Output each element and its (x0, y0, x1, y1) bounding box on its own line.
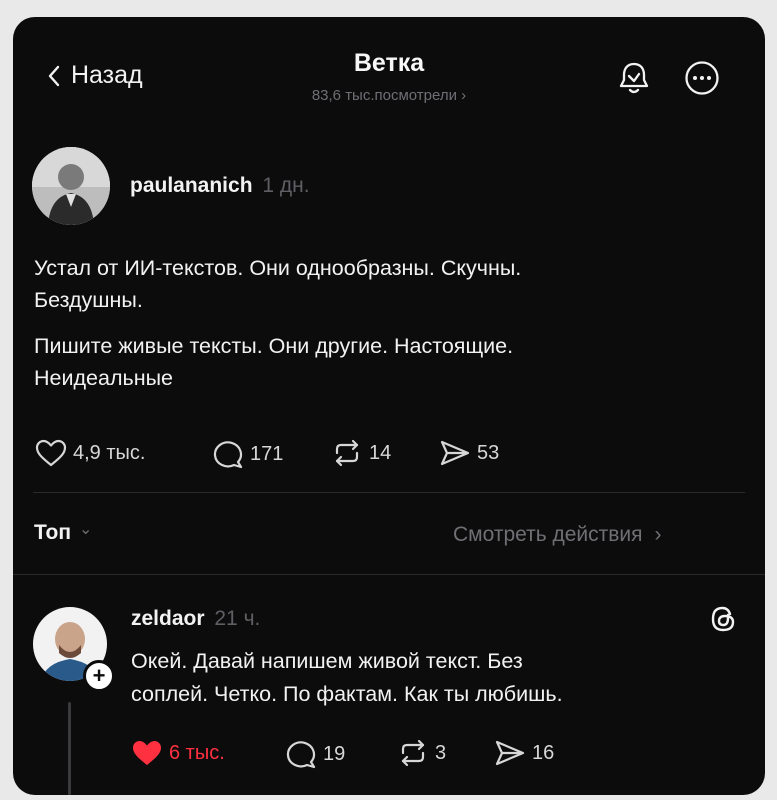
post-text-line: Бездушны. (34, 288, 143, 312)
comment-icon (212, 439, 244, 469)
thread-connector-line (68, 702, 71, 795)
sort-dropdown[interactable]: Топ ⌄ (34, 521, 92, 545)
repost-icon (331, 439, 363, 467)
reply-text-line: Окей. Давай напишем живой текст. Без (131, 649, 523, 673)
chevron-right-icon: › (654, 523, 662, 546)
reply-username[interactable]: zeldaor (131, 607, 205, 630)
post-author: paulananich 1 дн. (130, 174, 310, 198)
repost-button[interactable]: 14 (331, 439, 391, 467)
reply-author: zeldaor 21 ч. (131, 607, 260, 631)
heart-icon (35, 439, 67, 467)
heart-filled-icon (131, 739, 163, 767)
post-time: 1 дн. (262, 174, 310, 197)
send-icon (439, 439, 471, 467)
repost-icon (397, 739, 429, 767)
divider (13, 574, 765, 575)
views-link[interactable]: 83,6 тыс.посмотрели › (13, 87, 765, 104)
reply-like-count: 6 тыс. (169, 741, 225, 764)
post-username[interactable]: paulananich (130, 174, 253, 197)
post-text-line: Пишите живые тексты. Они другие. Настоящ… (34, 334, 514, 358)
chevron-down-icon: ⌄ (79, 521, 93, 538)
comment-count: 171 (250, 442, 284, 465)
view-activity-link[interactable]: Смотреть действия › (453, 523, 662, 547)
divider (33, 492, 745, 493)
page-title: Ветка (353, 49, 425, 77)
follow-plus-icon[interactable]: + (83, 660, 115, 692)
reply-share-button[interactable]: 16 (494, 739, 554, 767)
views-count: 83,6 тыс.посмотрели (311, 87, 457, 104)
repost-count: 14 (369, 441, 392, 464)
comment-button[interactable]: 171 (212, 439, 283, 469)
post-text: Устал от ИИ-текстов. Они однообразны. Ск… (34, 252, 744, 394)
reply-comment-count: 19 (323, 742, 346, 765)
more-options-icon[interactable] (683, 59, 721, 97)
notification-bell-icon[interactable] (617, 60, 651, 96)
like-count: 4,9 тыс. (73, 441, 146, 464)
like-button[interactable]: 4,9 тыс. (35, 439, 145, 467)
post-text-line: Неидеальные (34, 366, 173, 390)
threads-logo-icon[interactable] (709, 605, 737, 633)
reply-share-count: 16 (532, 741, 555, 764)
reply-repost-count: 3 (435, 741, 447, 764)
thread-card: Назад Ветка 83,6 тыс.посмотрели › paulan… (13, 17, 765, 795)
view-activity-label: Смотреть действия (453, 523, 643, 546)
reply-text: Окей. Давай напишем живой текст. Без соп… (131, 645, 731, 711)
share-button[interactable]: 53 (439, 439, 499, 467)
reply-comment-button[interactable]: 19 (285, 739, 345, 769)
reply-text-line: соплей. Четко. По фактам. Как ты любишь. (131, 682, 563, 706)
reply-like-button[interactable]: 6 тыс. (131, 739, 225, 767)
reply-repost-button[interactable]: 3 (397, 739, 446, 767)
comment-icon (285, 739, 317, 769)
share-count: 53 (477, 441, 500, 464)
views-chevron-icon: › (461, 87, 467, 104)
post-text-line: Устал от ИИ-текстов. Они однообразны. Ск… (34, 256, 522, 280)
sort-label: Топ (34, 521, 72, 544)
reply-time: 21 ч. (214, 607, 261, 630)
avatar[interactable] (32, 147, 110, 225)
send-icon (494, 739, 526, 767)
